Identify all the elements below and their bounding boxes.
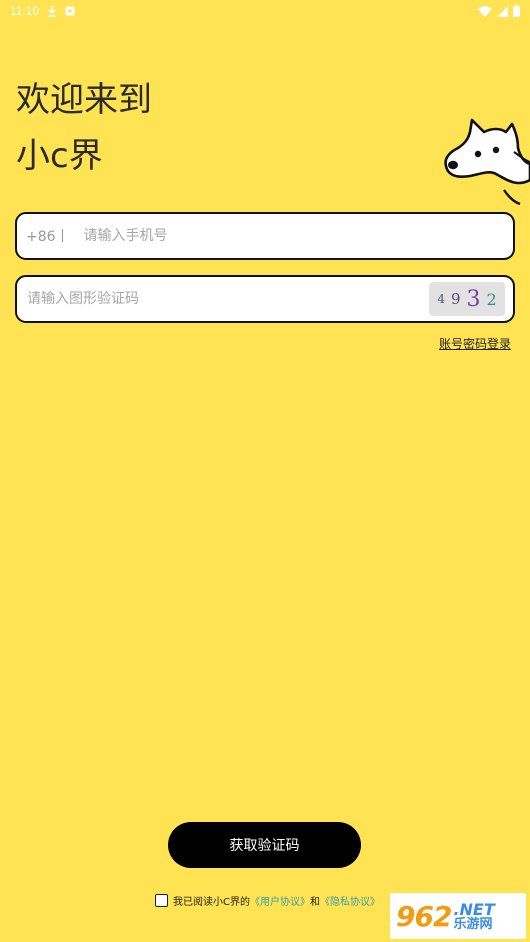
user-agreement-link[interactable]: 《用户协议》 [250, 893, 310, 908]
get-verification-code-button[interactable]: 获取验证码 [168, 822, 361, 868]
dog-mascot-illustration [444, 118, 530, 206]
captcha-digit: 3 [466, 286, 481, 312]
captcha-digit: 9 [450, 290, 461, 308]
watermark-number: 962 [396, 899, 452, 933]
agreement-prefix-text: 我已阅读小C界的 [173, 897, 250, 908]
phone-input[interactable] [83, 214, 513, 258]
account-password-login-link[interactable]: 账号密码登录 [439, 335, 511, 352]
watermark-cn: 乐游网 [453, 916, 493, 932]
signal-icon [497, 5, 508, 17]
download-icon [47, 5, 57, 17]
wifi-icon [478, 5, 492, 17]
welcome-title: 欢迎来到 小c界 [16, 72, 152, 184]
agreement-and-text: 和 [309, 897, 320, 908]
privacy-agreement-link[interactable]: 《隐私协议》 [320, 893, 380, 908]
country-code-prefix[interactable]: +86丨 [26, 226, 70, 246]
status-time: 11:10 [10, 4, 40, 18]
captcha-digit: 4 [437, 292, 445, 306]
captcha-image[interactable]: 4 9 3 2 [429, 282, 505, 316]
notification-icon [65, 6, 75, 16]
phone-field[interactable]: +86丨 [15, 212, 515, 260]
watermark-net: .NET [453, 899, 495, 919]
welcome-line-2: 小c界 [16, 136, 103, 176]
captcha-digit: 2 [486, 289, 497, 309]
captcha-field[interactable]: 4 9 3 2 [15, 275, 515, 323]
battery-icon [513, 5, 520, 17]
welcome-line-1: 欢迎来到 [16, 80, 152, 120]
captcha-input[interactable] [27, 277, 429, 321]
agreement-row: 我已阅读小C界的 《用户协议》 和 《隐私协议》 [155, 893, 380, 908]
site-watermark-logo: 962 .NET 乐游网 [390, 893, 526, 939]
agreement-checkbox[interactable] [155, 894, 168, 907]
status-bar: 11:10 [0, 0, 530, 22]
